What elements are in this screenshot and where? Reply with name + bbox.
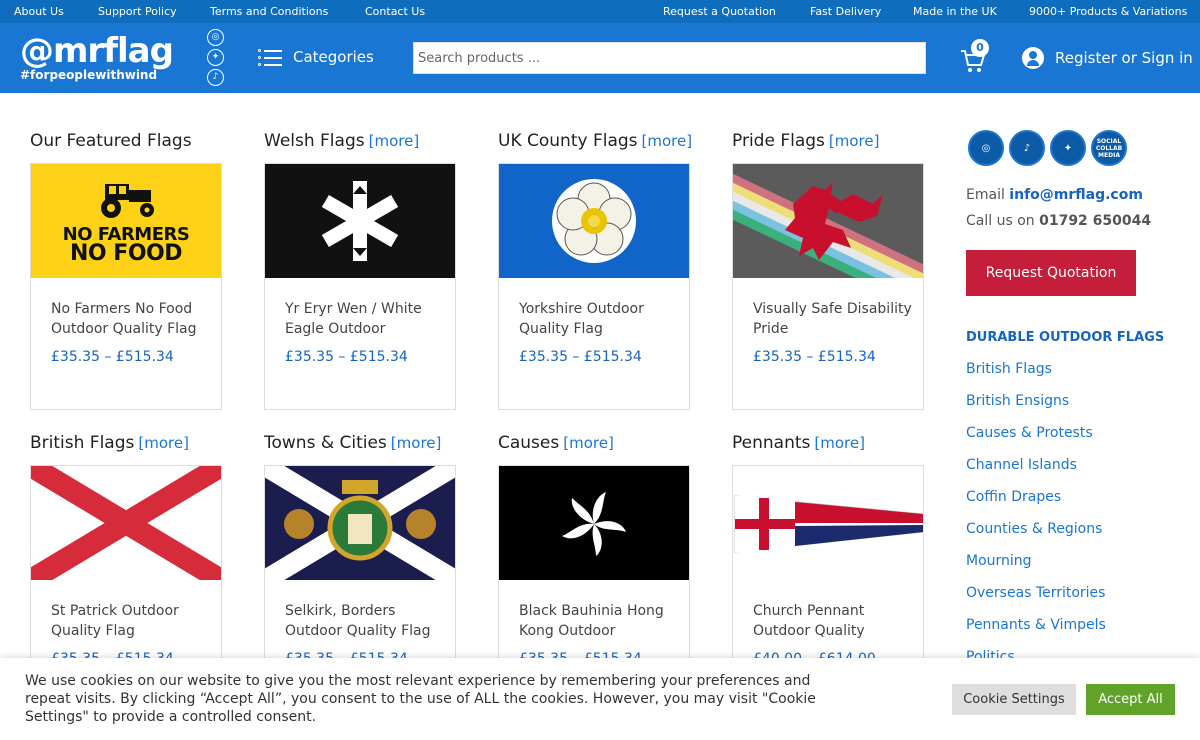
product-card[interactable]: NO FARMERS NO FOOD No Farmers No Food Ou… bbox=[30, 163, 222, 410]
more-link[interactable]: [more] bbox=[369, 132, 420, 150]
terms-link[interactable]: Terms and Conditions bbox=[210, 5, 328, 18]
product-image bbox=[265, 466, 455, 580]
sidebar-link-pennants-vimpels[interactable]: Pennants & Vimpels bbox=[966, 617, 1106, 633]
product-image: NO FARMERS NO FOOD bbox=[31, 164, 221, 278]
more-link[interactable]: [more] bbox=[391, 434, 442, 452]
cart-button[interactable]: 0 bbox=[960, 39, 990, 74]
made-in-uk-link[interactable]: Made in the UK bbox=[913, 5, 997, 18]
twitter-icon[interactable]: ✦ bbox=[207, 49, 224, 66]
flag-slogan-line-2: NO FOOD bbox=[70, 241, 182, 266]
product-card[interactable]: Visually Safe Disability Pride £35.35 – … bbox=[732, 163, 924, 410]
site-header: @mrflag #forpeoplewithwind ◎ ✦ ♪ Categor… bbox=[0, 23, 1200, 93]
search-input[interactable] bbox=[413, 42, 926, 74]
logo-social-icons: ◎ ✦ ♪ bbox=[207, 29, 225, 89]
product-price: £35.35 – £515.34 bbox=[519, 349, 642, 365]
product-image bbox=[499, 466, 689, 580]
product-name[interactable]: Church Pennant Outdoor Quality bbox=[753, 601, 913, 641]
product-price: £35.35 – £515.34 bbox=[285, 349, 408, 365]
phone-number[interactable]: 01792 650044 bbox=[1039, 213, 1151, 229]
logo-tagline: #forpeoplewithwind bbox=[20, 68, 158, 82]
cookie-settings-button[interactable]: Cookie Settings bbox=[952, 684, 1076, 715]
product-name[interactable]: Yr Eryr Wen / White Eagle Outdoor bbox=[285, 299, 445, 339]
product-card[interactable]: Yr Eryr Wen / White Eagle Outdoor £35.35… bbox=[264, 163, 456, 410]
product-image bbox=[265, 164, 455, 278]
tiktok-icon[interactable]: ♪ bbox=[1009, 130, 1045, 166]
cookie-message: We use cookies on our website to give yo… bbox=[25, 673, 816, 725]
sidebar-link-overseas-territories[interactable]: Overseas Territories bbox=[966, 585, 1105, 601]
categories-label: Categories bbox=[293, 48, 374, 66]
section-title-uk-county: UK County Flags [more] bbox=[498, 131, 693, 151]
sidebar-heading: DURABLE OUTDOOR FLAGS bbox=[966, 330, 1165, 345]
contact-email: Email info@mrflag.com bbox=[966, 187, 1143, 203]
support-policy-link[interactable]: Support Policy bbox=[98, 5, 177, 18]
list-menu-icon bbox=[258, 47, 282, 67]
logo-text: @mrflag bbox=[20, 31, 174, 71]
product-name[interactable]: No Farmers No Food Outdoor Quality Flag bbox=[51, 299, 211, 339]
product-image bbox=[733, 466, 923, 580]
sidebar-link-channel-islands[interactable]: Channel Islands bbox=[966, 457, 1077, 473]
more-link[interactable]: [more] bbox=[814, 434, 865, 452]
social-collab-media-icon[interactable]: SOCIAL COLLAB MEDIA bbox=[1091, 130, 1127, 166]
top-utility-bar: About Us Support Policy Terms and Condit… bbox=[0, 0, 1200, 23]
about-us-link[interactable]: About Us bbox=[14, 5, 64, 18]
product-price: £35.35 – £515.34 bbox=[753, 349, 876, 365]
twitter-icon[interactable]: ✦ bbox=[1050, 130, 1086, 166]
product-name[interactable]: Yorkshire Outdoor Quality Flag bbox=[519, 299, 679, 339]
sidebar-link-counties-regions[interactable]: Counties & Regions bbox=[966, 521, 1102, 537]
product-name[interactable]: Selkirk, Borders Outdoor Quality Flag bbox=[285, 601, 445, 641]
section-title-pride: Pride Flags [more] bbox=[732, 131, 880, 151]
instagram-icon[interactable]: ◎ bbox=[968, 130, 1004, 166]
sidebar-link-causes-protests[interactable]: Causes & Protests bbox=[966, 425, 1093, 441]
product-name[interactable]: Black Bauhinia Hong Kong Outdoor bbox=[519, 601, 679, 641]
section-title-causes: Causes [more] bbox=[498, 433, 614, 453]
instagram-icon[interactable]: ◎ bbox=[207, 29, 224, 46]
section-title-welsh: Welsh Flags [more] bbox=[264, 131, 420, 151]
sidebar-link-mourning[interactable]: Mourning bbox=[966, 553, 1032, 569]
product-name[interactable]: Visually Safe Disability Pride bbox=[753, 299, 913, 339]
site-logo[interactable]: @mrflag #forpeoplewithwind bbox=[20, 31, 174, 82]
product-price: £35.35 – £515.34 bbox=[51, 349, 174, 365]
more-link[interactable]: [more] bbox=[642, 132, 693, 150]
product-name[interactable]: St Patrick Outdoor Quality Flag bbox=[51, 601, 211, 641]
section-title-british: British Flags [more] bbox=[30, 433, 189, 453]
more-link[interactable]: [more] bbox=[829, 132, 880, 150]
email-link[interactable]: info@mrflag.com bbox=[1009, 187, 1143, 203]
sidebar-link-british-ensigns[interactable]: British Ensigns bbox=[966, 393, 1069, 409]
section-title-pennants: Pennants [more] bbox=[732, 433, 865, 453]
product-image bbox=[733, 164, 923, 278]
request-quotation-button[interactable]: Request Quotation bbox=[966, 250, 1136, 296]
request-quotation-link[interactable]: Request a Quotation bbox=[663, 5, 776, 18]
contact-us-link[interactable]: Contact Us bbox=[365, 5, 425, 18]
product-image bbox=[31, 466, 221, 580]
products-variations-link[interactable]: 9000+ Products & Variations bbox=[1029, 5, 1187, 18]
more-link[interactable]: [more] bbox=[563, 434, 614, 452]
sidebar-link-british-flags[interactable]: British Flags bbox=[966, 361, 1052, 377]
register-signin-button[interactable]: Register or Sign in bbox=[1022, 47, 1193, 69]
tiktok-icon[interactable]: ♪ bbox=[207, 69, 224, 86]
section-title-featured: Our Featured Flags bbox=[30, 131, 192, 151]
fast-delivery-link[interactable]: Fast Delivery bbox=[810, 5, 881, 18]
more-link[interactable]: [more] bbox=[138, 434, 189, 452]
cart-count-badge: 0 bbox=[971, 39, 989, 57]
section-title-towns: Towns & Cities [more] bbox=[264, 433, 442, 453]
cookie-consent-bar: We use cookies on our website to give yo… bbox=[0, 658, 1200, 740]
sidebar-social-icons: ◎ ♪ ✦ SOCIAL COLLAB MEDIA bbox=[968, 130, 1127, 166]
categories-menu-button[interactable]: Categories bbox=[258, 47, 374, 67]
sidebar-link-coffin-drapes[interactable]: Coffin Drapes bbox=[966, 489, 1061, 505]
accept-all-button[interactable]: Accept All bbox=[1086, 684, 1175, 715]
user-icon bbox=[1022, 47, 1044, 69]
signin-label: Register or Sign in bbox=[1055, 49, 1193, 67]
contact-phone: Call us on 01792 650044 bbox=[966, 213, 1152, 229]
product-image bbox=[499, 164, 689, 278]
product-card[interactable]: Yorkshire Outdoor Quality Flag £35.35 – … bbox=[498, 163, 690, 410]
